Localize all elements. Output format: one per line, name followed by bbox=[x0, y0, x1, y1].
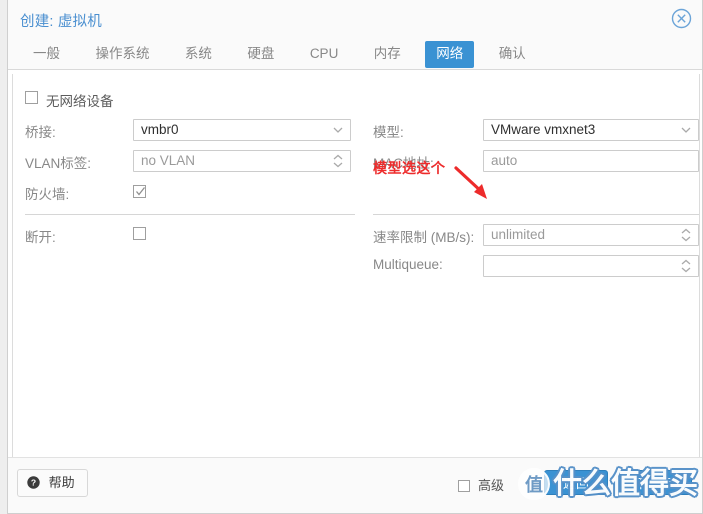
model-combobox[interactable]: VMware vmxnet3 bbox=[483, 119, 699, 141]
field-disconnect: 断开: bbox=[25, 224, 355, 246]
bridge-combobox[interactable]: vmbr0 bbox=[133, 119, 351, 141]
no-network-device-label: 无网络设备 bbox=[46, 94, 114, 109]
help-button[interactable]: ? 帮助 bbox=[17, 469, 88, 497]
rate-limit-spinner[interactable]: unlimited bbox=[483, 224, 699, 246]
disconnect-checkbox[interactable] bbox=[133, 227, 146, 240]
vlan-tag-spinner[interactable]: no VLAN bbox=[133, 150, 351, 172]
firewall-label: 防火墙: bbox=[25, 187, 70, 202]
field-model: 模型: VMware vmxnet3 bbox=[373, 119, 699, 141]
create-vm-dialog: 创建: 虚拟机 一般 操作系统 系统 硬盘 CPU 内存 网络 确认 无网络设备 bbox=[7, 0, 703, 514]
svg-text:?: ? bbox=[31, 478, 36, 488]
chevron-down-icon[interactable] bbox=[330, 120, 346, 140]
rate-limit-label: 速率限制 (MB/s): bbox=[373, 230, 475, 245]
field-no-network-device[interactable]: 无网络设备 bbox=[25, 88, 325, 110]
back-button[interactable]: 返回 bbox=[544, 470, 608, 495]
question-circle-icon: ? bbox=[27, 472, 40, 489]
dialog-title: 创建: 虚拟机 bbox=[20, 14, 102, 30]
spinner-updown-icon[interactable] bbox=[678, 225, 694, 245]
tab-network[interactable]: 网络 bbox=[425, 41, 475, 68]
spinner-updown-icon[interactable] bbox=[678, 256, 694, 276]
multiqueue-spinner[interactable] bbox=[483, 255, 699, 277]
field-multiqueue: Multiqueue: bbox=[373, 255, 699, 277]
rate-limit-value: unlimited bbox=[491, 227, 546, 242]
advanced-checkbox[interactable] bbox=[458, 480, 471, 492]
tab-memory[interactable]: 内存 bbox=[363, 41, 412, 68]
multiqueue-label: Multiqueue: bbox=[373, 257, 443, 272]
vlan-tag-label: VLAN标签: bbox=[25, 156, 92, 171]
field-vlan-tag: VLAN标签: no VLAN bbox=[25, 150, 355, 172]
annotation-text: 模型选这个 bbox=[373, 160, 446, 176]
field-rate-limit: 速率限制 (MB/s): unlimited bbox=[373, 224, 699, 246]
network-form-panel: 无网络设备 桥接: vmbr0 VLAN标签: no VLAN 防火墙: 断开:… bbox=[12, 74, 700, 490]
dialog-titlebar: 创建: 虚拟机 bbox=[8, 0, 702, 38]
mac-address-input[interactable]: auto bbox=[483, 150, 699, 172]
wizard-tabbar: 一般 操作系统 系统 硬盘 CPU 内存 网络 确认 bbox=[8, 38, 702, 70]
spinner-updown-icon[interactable] bbox=[330, 151, 346, 171]
chevron-down-icon[interactable] bbox=[678, 120, 694, 140]
firewall-checkbox[interactable] bbox=[133, 185, 146, 198]
tab-confirm[interactable]: 确认 bbox=[488, 41, 537, 68]
bridge-label: 桥接: bbox=[25, 125, 56, 140]
tab-disk[interactable]: 硬盘 bbox=[236, 41, 285, 68]
field-firewall: 防火墙: bbox=[25, 181, 355, 203]
dialog-footer: ? 帮助 高级 返回 下一步 值 什么值得买 bbox=[8, 457, 702, 513]
next-button[interactable]: 下一步 bbox=[616, 470, 692, 495]
tab-cpu[interactable]: CPU bbox=[299, 41, 350, 68]
close-icon[interactable] bbox=[671, 8, 692, 29]
tab-system[interactable]: 系统 bbox=[174, 41, 223, 68]
no-network-device-checkbox[interactable] bbox=[25, 91, 38, 104]
right-section-divider bbox=[373, 214, 699, 215]
field-bridge: 桥接: vmbr0 bbox=[25, 119, 355, 141]
vlan-tag-value: no VLAN bbox=[141, 153, 196, 168]
disconnect-label: 断开: bbox=[25, 230, 56, 245]
model-label: 模型: bbox=[373, 125, 404, 140]
model-value: VMware vmxnet3 bbox=[491, 122, 596, 137]
bridge-value: vmbr0 bbox=[141, 122, 179, 137]
tab-general[interactable]: 一般 bbox=[22, 41, 71, 68]
left-section-divider bbox=[25, 214, 355, 215]
mac-address-value: auto bbox=[491, 153, 518, 168]
advanced-label: 高级 bbox=[477, 478, 504, 493]
tab-os[interactable]: 操作系统 bbox=[84, 41, 160, 68]
help-button-label: 帮助 bbox=[48, 475, 75, 490]
advanced-toggle[interactable]: 高级 bbox=[458, 475, 504, 494]
